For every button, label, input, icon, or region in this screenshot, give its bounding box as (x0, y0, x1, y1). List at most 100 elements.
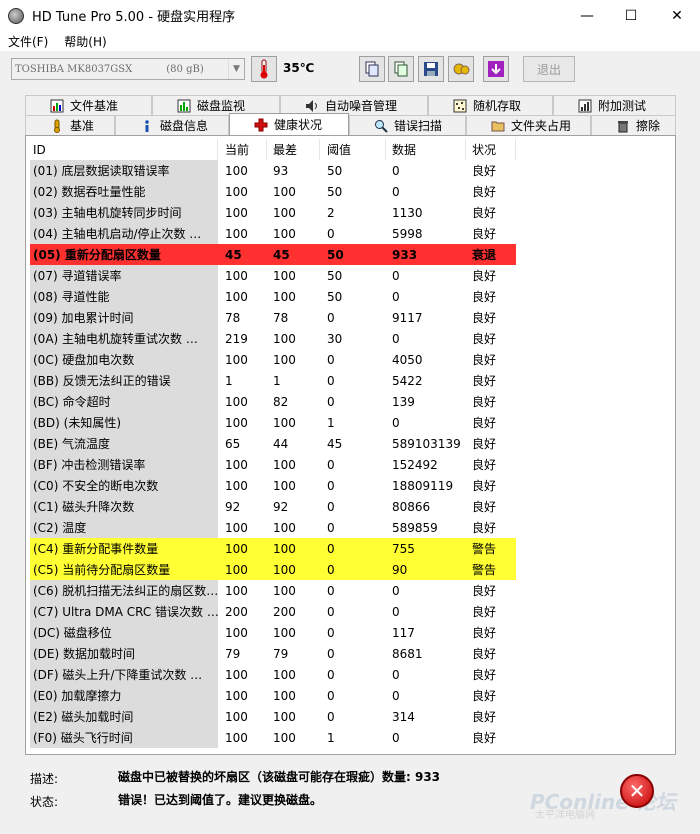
table-row[interactable]: (02) 数据吞吐量性能 100 100 50 0 良好 (30, 181, 673, 202)
attr-name: (BB) 反馈无法纠正的错误 (30, 370, 218, 391)
table-row[interactable]: (DC) 磁盘移位 100 100 0 117 良好 (30, 622, 673, 643)
table-row[interactable]: (C1) 磁头升降次数 92 92 0 80866 良好 (30, 496, 673, 517)
tab-health[interactable]: 健康状况 (229, 113, 349, 135)
table-row[interactable]: (0C) 硬盘加电次数 100 100 0 4050 良好 (30, 349, 673, 370)
copy-text-button[interactable] (359, 56, 385, 82)
table-row[interactable]: (E0) 加载摩擦力 100 100 0 0 良好 (30, 685, 673, 706)
worst-value: 92 (273, 499, 289, 514)
tab-erase[interactable]: 擦除 (591, 115, 676, 135)
tab-extra-tests[interactable]: 附加测试 (553, 95, 676, 115)
worst-value: 100 (273, 415, 296, 430)
status-value: 警告 (466, 559, 516, 580)
save-button[interactable] (418, 56, 444, 82)
options-button[interactable] (448, 56, 474, 82)
copy-info-button[interactable] (388, 56, 414, 82)
col-header-data[interactable]: 数据 (386, 139, 466, 160)
table-row[interactable]: (BD) (未知属性) 100 100 1 0 良好 (30, 412, 673, 433)
worst-value: 100 (273, 289, 296, 304)
attr-name: (C5) 当前待分配扇区数量 (30, 559, 218, 580)
table-row[interactable]: (C5) 当前待分配扇区数量 100 100 0 90 警告 (30, 559, 673, 580)
table-row[interactable]: (C0) 不安全的断电次数 100 100 0 18809119 良好 (30, 475, 673, 496)
attr-name: (DF) 磁头上升/下降重试次数 … (30, 664, 218, 685)
status-value: 良好 (472, 689, 497, 703)
col-header-threshold[interactable]: 阈值 (320, 139, 386, 160)
col-header-worst[interactable]: 最差 (267, 139, 320, 160)
table-row[interactable]: (05) 重新分配扇区数量 45 45 50 933 衰退 (30, 244, 673, 265)
current-value: 100 (225, 478, 248, 493)
tab-row-lower: 基准 磁盘信息 健康状况 错误扫描 文件夹占用 擦除 (25, 113, 676, 135)
current-value: 100 (218, 559, 267, 580)
smart-attributes-panel: ID 当前 最差 阈值 数据 状况 (01) 底层数据读取错误率 100 93 50 0… (25, 135, 676, 755)
status-value: 良好 (472, 437, 497, 451)
tab-noise-management[interactable]: 自动噪音管理 (280, 95, 428, 115)
table-row[interactable]: (E2) 磁头加载时间 100 100 0 314 良好 (30, 706, 673, 727)
table-row[interactable]: (09) 加电累计时间 78 78 0 9117 良好 (30, 307, 673, 328)
tab-label: 文件夹占用 (511, 119, 572, 133)
minimize-button[interactable]: — (564, 0, 610, 31)
tab-disk-info[interactable]: 磁盘信息 (115, 115, 229, 135)
tab-disk-monitor[interactable]: 磁盘监视 (152, 95, 280, 115)
attr-name: (DC) 磁盘移位 (30, 622, 218, 643)
table-row[interactable]: (BB) 反馈无法纠正的错误 1 1 0 5422 良好 (30, 370, 673, 391)
menu-file[interactable]: 文件(F) (0, 33, 56, 50)
tab-error-scan[interactable]: 错误扫描 (349, 115, 466, 135)
menu-help[interactable]: 帮助(H) (56, 33, 114, 50)
drive-select[interactable]: TOSHIBA MK8037GSX (80 gB) ▼ (11, 58, 245, 80)
table-row[interactable]: (BC) 命令超时 100 82 0 139 良好 (30, 391, 673, 412)
raw-data: 117 (392, 625, 415, 640)
screenshot-button[interactable] (483, 56, 509, 82)
attr-name: (07) 寻道错误率 (30, 265, 218, 286)
table-row[interactable]: (04) 主轴电机启动/停止次数 … 100 100 0 5998 良好 (30, 223, 673, 244)
extra-tests-icon (578, 99, 592, 112)
table-row[interactable]: (08) 寻道性能 100 100 50 0 良好 (30, 286, 673, 307)
table-row[interactable]: (DF) 磁头上升/下降重试次数 … 100 100 0 0 良好 (30, 664, 673, 685)
table-row[interactable]: (F0) 磁头飞行时间 100 100 1 0 良好 (30, 727, 673, 748)
table-row[interactable]: (01) 底层数据读取错误率 100 93 50 0 良好 (30, 160, 673, 181)
status-value: 良好 (472, 269, 497, 283)
threshold-value: 45 (327, 436, 343, 451)
tab-folder-usage[interactable]: 文件夹占用 (466, 115, 591, 135)
tab-label: 健康状况 (274, 118, 323, 132)
table-row[interactable]: (C4) 重新分配事件数量 100 100 0 755 警告 (30, 538, 673, 559)
smart-table: ID 当前 最差 阈值 数据 状况 (01) 底层数据读取错误率 100 93 50 0… (30, 139, 673, 748)
random-access-icon (453, 99, 467, 112)
hd-tune-app-icon (8, 7, 24, 24)
exit-button[interactable]: 退出 (523, 56, 575, 82)
table-row[interactable]: (C2) 温度 100 100 0 589859 良好 (30, 517, 673, 538)
table-row[interactable]: (0A) 主轴电机旋转重试次数 … 219 100 30 0 良好 (30, 328, 673, 349)
col-header-status[interactable]: 状况 (466, 139, 516, 160)
status-value: 良好 (472, 290, 497, 304)
table-row[interactable]: (03) 主轴电机旋转同步时间 100 100 2 1130 良好 (30, 202, 673, 223)
threshold-value: 50 (327, 268, 343, 283)
table-row[interactable]: (C6) 脱机扫描无法纠正的扇区数… 100 100 0 0 良好 (30, 580, 673, 601)
threshold-value: 0 (327, 373, 335, 388)
close-button[interactable]: ✕ (654, 0, 700, 31)
attr-name: (BC) 命令超时 (30, 391, 218, 412)
col-header-current[interactable]: 当前 (218, 139, 267, 160)
attr-name: (08) 寻道性能 (30, 286, 218, 307)
table-row[interactable]: (C7) Ultra DMA CRC 错误次数 … 200 200 0 0 良好 (30, 601, 673, 622)
tab-label: 自动噪音管理 (325, 99, 398, 113)
tab-benchmark[interactable]: 基准 (25, 115, 115, 135)
threshold-value: 2 (327, 205, 335, 220)
table-row[interactable]: (DE) 数据加载时间 79 79 0 8681 良好 (30, 643, 673, 664)
status-value: 良好 (472, 626, 497, 640)
tab-random-access[interactable]: 随机存取 (428, 95, 553, 115)
toolbar: TOSHIBA MK8037GSX (80 gB) ▼ 35℃ 退出 (0, 51, 700, 87)
attr-name: (0C) 硬盘加电次数 (30, 349, 218, 370)
threshold-value: 0 (327, 688, 335, 703)
current-value: 100 (225, 583, 248, 598)
chevron-down-icon[interactable]: ▼ (228, 59, 244, 79)
worst-value: 100 (267, 538, 320, 559)
tab-label: 擦除 (636, 119, 661, 133)
menu-bar: 文件(F) 帮助(H) (0, 31, 700, 51)
table-row[interactable]: (BF) 冲击检测错误率 100 100 0 152492 良好 (30, 454, 673, 475)
raw-data: 589103139 (392, 436, 461, 451)
threshold-value: 0 (320, 559, 386, 580)
table-row[interactable]: (07) 寻道错误率 100 100 50 0 良好 (30, 265, 673, 286)
maximize-button[interactable]: ☐ (608, 0, 654, 31)
table-row[interactable]: (BE) 气流温度 65 44 45 589103139 良好 (30, 433, 673, 454)
tab-file-benchmark[interactable]: 文件基准 (25, 95, 152, 115)
col-header-id[interactable]: ID (30, 139, 218, 160)
current-value: 100 (225, 226, 248, 241)
